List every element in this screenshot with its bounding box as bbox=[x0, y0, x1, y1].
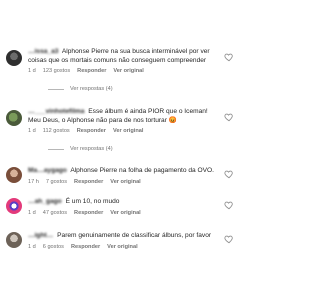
heart-icon[interactable] bbox=[224, 52, 234, 62]
comment-time: 1 d bbox=[28, 128, 36, 135]
comment-body: …___vinhotefilma Esse álbum é ainda PIOR… bbox=[28, 108, 218, 135]
replies-divider bbox=[48, 148, 64, 150]
comment-text: …issa_a3 Alphonse Pierre na sua busca in… bbox=[28, 48, 218, 65]
comment-body: …ight… Parem genuinamente de classificar… bbox=[28, 232, 218, 251]
comment-message: É um 10, no mudo bbox=[65, 198, 120, 205]
reply-button[interactable]: Responder bbox=[71, 243, 100, 251]
comment-body: …ah_gago É um 10, no mudo 1 d 47 gostos … bbox=[28, 198, 218, 217]
comment-likes[interactable]: 7 gostos bbox=[46, 178, 67, 186]
reply-button[interactable]: Responder bbox=[77, 67, 106, 75]
comment-time: 1 d bbox=[28, 243, 36, 250]
see-original-button[interactable]: Ver original bbox=[113, 67, 143, 75]
view-replies-button[interactable]: Ver respostas (4) bbox=[48, 146, 113, 152]
comment-meta: 17 h 7 gostos Responder Ver original bbox=[28, 178, 218, 186]
comment-time: 1 d bbox=[28, 209, 36, 216]
heart-icon[interactable] bbox=[224, 112, 234, 122]
avatar[interactable] bbox=[6, 198, 22, 214]
view-replies-button[interactable]: Ver respostas (4) bbox=[48, 86, 113, 92]
avatar[interactable] bbox=[6, 50, 22, 66]
comment-body: …issa_a3 Alphonse Pierre na sua busca in… bbox=[28, 48, 218, 75]
comment-text: …ight… Parem genuinamente de classificar… bbox=[28, 232, 218, 241]
avatar[interactable] bbox=[6, 167, 22, 183]
comment-meta: 1 d 123 gostos Responder Ver original bbox=[28, 67, 218, 75]
comment-likes[interactable]: 112 gostos bbox=[43, 127, 70, 135]
comment-message: Alphonse Pierre na folha de pagamento da… bbox=[70, 167, 215, 174]
comment-meta: 1 d 112 gostos Responder Ver original bbox=[28, 127, 218, 135]
comment-likes[interactable]: 123 gostos bbox=[43, 67, 70, 75]
avatar[interactable] bbox=[6, 232, 22, 248]
comment-text: Ma…aygago Alphonse Pierre na folha de pa… bbox=[28, 167, 218, 176]
comment-text: …___vinhotefilma Esse álbum é ainda PIOR… bbox=[28, 108, 218, 125]
comments-list: …issa_a3 Alphonse Pierre na sua busca in… bbox=[0, 0, 240, 300]
avatar[interactable] bbox=[6, 110, 22, 126]
comment-time: 17 h bbox=[28, 178, 39, 185]
see-original-button[interactable]: Ver original bbox=[113, 127, 143, 135]
comment-username[interactable]: …ight… bbox=[28, 232, 53, 239]
comment-username[interactable]: …ah_gago bbox=[28, 198, 62, 205]
see-original-button[interactable]: Ver original bbox=[110, 209, 140, 217]
comment-text: …ah_gago É um 10, no mudo bbox=[28, 198, 218, 207]
comment-body: Ma…aygago Alphonse Pierre na folha de pa… bbox=[28, 167, 218, 186]
see-original-button[interactable]: Ver original bbox=[110, 178, 140, 186]
comment-username[interactable]: …issa_a3 bbox=[28, 48, 58, 55]
view-replies-label: Ver respostas (4) bbox=[70, 86, 113, 92]
view-replies-label: Ver respostas (4) bbox=[70, 146, 113, 152]
heart-icon[interactable] bbox=[224, 234, 234, 244]
comment-time: 1 d bbox=[28, 68, 36, 75]
comment-meta: 1 d 47 gostos Responder Ver original bbox=[28, 209, 218, 217]
replies-divider bbox=[48, 88, 64, 90]
see-original-button[interactable]: Ver original bbox=[107, 243, 137, 251]
comment-likes[interactable]: 6 gostos bbox=[43, 243, 64, 251]
comment-emoji: 😡 bbox=[168, 116, 177, 124]
reply-button[interactable]: Responder bbox=[77, 127, 106, 135]
comment-meta: 1 d 6 gostos Responder Ver original bbox=[28, 243, 218, 251]
comment-message: Parem genuinamente de classificar álbuns… bbox=[57, 232, 212, 239]
heart-icon[interactable] bbox=[224, 200, 234, 210]
comment-username[interactable]: …___vinhotefilma bbox=[28, 108, 84, 115]
heart-icon[interactable] bbox=[224, 169, 234, 179]
comment-username[interactable]: Ma…aygago bbox=[28, 167, 67, 174]
reply-button[interactable]: Responder bbox=[74, 178, 103, 186]
comment-likes[interactable]: 47 gostos bbox=[43, 209, 67, 217]
reply-button[interactable]: Responder bbox=[74, 209, 103, 217]
